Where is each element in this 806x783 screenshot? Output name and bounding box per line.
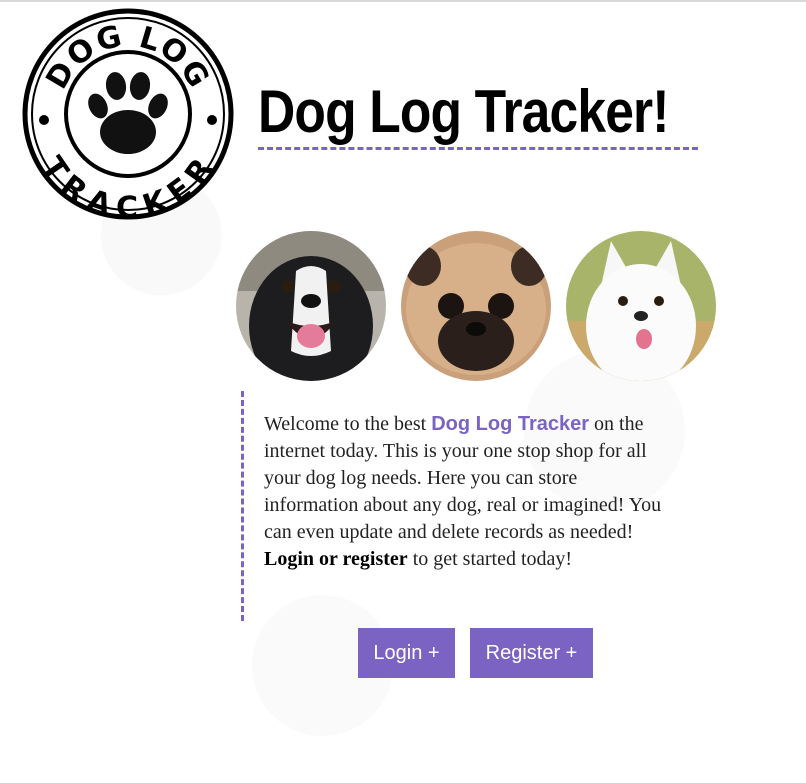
top-border [0, 0, 806, 2]
title-underline [258, 147, 698, 150]
border-collie-photo [236, 231, 386, 381]
login-button[interactable]: Login + [358, 628, 455, 678]
brand-name: Dog Log Tracker [431, 413, 590, 435]
page-title: Dog Log Tracker! [258, 78, 669, 145]
pug-photo [401, 231, 551, 381]
intro-text: Welcome to the best Dog Log Tracker on t… [264, 413, 662, 570]
white-spitz-photo [566, 231, 716, 381]
cta-text: Login or register [264, 548, 408, 570]
dog-log-tracker-logo: DOG LOG TRACKER [22, 8, 234, 226]
register-button[interactable]: Register + [470, 628, 593, 678]
intro-section: Welcome to the best Dog Log Tracker on t… [241, 391, 671, 621]
